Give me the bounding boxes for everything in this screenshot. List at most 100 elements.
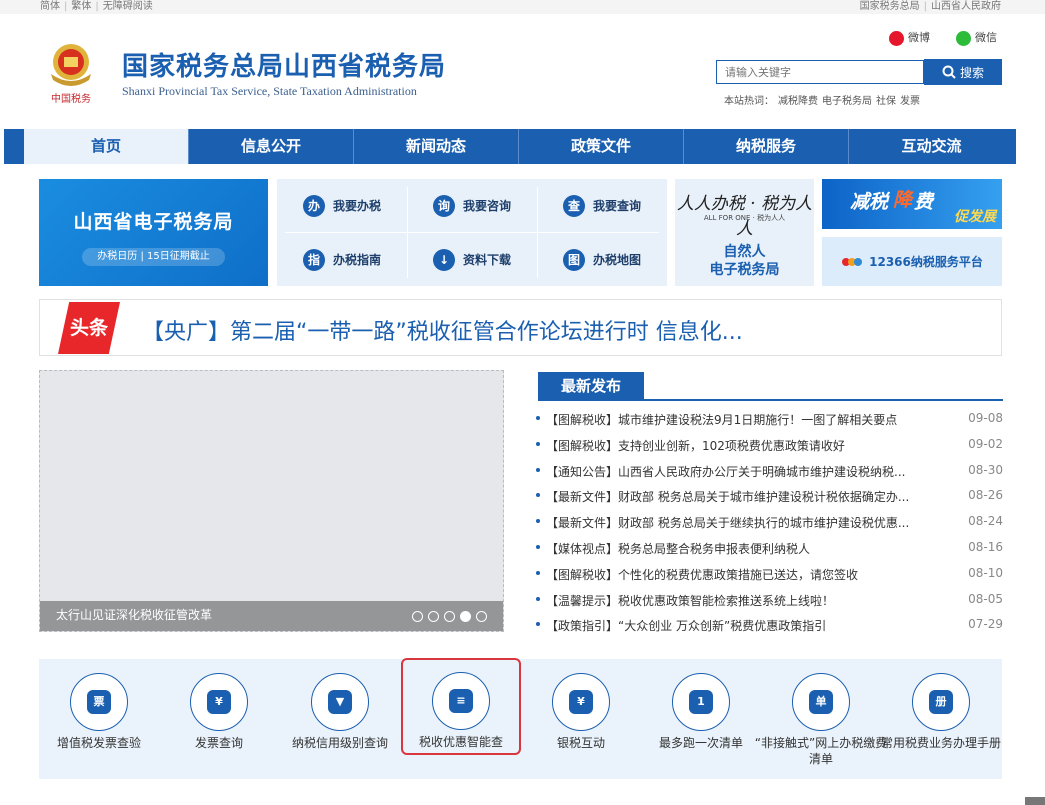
- news-date: 09-02: [968, 436, 1003, 451]
- service-label: 我要咨询: [462, 199, 511, 213]
- news-item[interactable]: 【图解税收】支持创业创新，102项税费优惠政策请收好 09-02: [536, 436, 1003, 462]
- weibo-label: 微博: [908, 31, 930, 44]
- news-date: 09-08: [968, 411, 1003, 425]
- scrollbar-corner[interactable]: [1025, 797, 1045, 805]
- service-query[interactable]: 查我要查询: [537, 179, 667, 232]
- news-item[interactable]: 【政策指引】“大众创业 万众创新”税费优惠政策指引 07-29: [536, 616, 1003, 642]
- service-consult[interactable]: 询我要咨询: [407, 179, 537, 232]
- nav-news[interactable]: 新闻动态: [354, 129, 519, 164]
- natural-line1: 自然人: [723, 244, 766, 260]
- hot-word[interactable]: 减税降费: [778, 96, 818, 107]
- link-shanxi-gov[interactable]: 山西省人民政府: [931, 1, 1001, 12]
- natural-person-etax-tile[interactable]: 人人办税 · 税为人人 ALL FOR ONE · 税为人人 自然人 电子税务局: [675, 179, 814, 286]
- bullet-icon: [536, 519, 540, 524]
- news-title[interactable]: 【通知公告】山西省人民政府办公厅关于明确城市维护建设税纳税...: [546, 463, 951, 480]
- headline-bar[interactable]: 头条 【央广】第二届“一带一路”税收征管合作论坛进行时 信息化...: [39, 299, 1002, 356]
- photo-caption[interactable]: 太行山见证深化税收征管改革: [56, 606, 212, 623]
- search-button[interactable]: 搜索: [924, 59, 1002, 85]
- hot-words: 本站热词： 减税降费 电子税务局 社保 发票: [724, 92, 924, 107]
- lang-traditional[interactable]: 繁体: [71, 1, 91, 12]
- news-item[interactable]: 【最新文件】财政部 税务总局关于城市维护建设税计税依据确定办... 08-26: [536, 487, 1003, 513]
- reduce-text-c: 费: [914, 191, 934, 213]
- quick-service-item[interactable]: 单 “非接触式”网上办税缴费清单: [755, 659, 887, 779]
- service-label: 我要查询: [592, 199, 641, 213]
- news-title[interactable]: 【最新文件】财政部 税务总局关于城市维护建设税计税依据确定办...: [546, 488, 951, 505]
- quick-service-item[interactable]: ¥ 银税互动: [521, 659, 641, 779]
- carousel-dot[interactable]: [412, 611, 423, 622]
- news-photo-carousel[interactable]: 太行山见证深化税收征管改革: [39, 370, 504, 632]
- hot-word[interactable]: 社保: [876, 96, 896, 107]
- service-circle: 单: [792, 673, 850, 731]
- nav-interaction[interactable]: 互动交流: [849, 129, 1014, 164]
- compass-icon: 指: [302, 248, 325, 271]
- news-title[interactable]: 【图解税收】个性化的税费优惠政策措施已送达，请您签收: [546, 566, 951, 583]
- quick-service-item[interactable]: ¥ 发票查询: [159, 659, 279, 779]
- hot-word[interactable]: 电子税务局: [822, 96, 872, 107]
- service-map[interactable]: 图办税地图: [537, 233, 667, 286]
- link-sat[interactable]: 国家税务总局: [860, 1, 920, 12]
- nav-home[interactable]: 首页: [24, 129, 189, 164]
- tax-emblem-logo[interactable]: 中国税务: [42, 38, 100, 106]
- search-button-label: 搜索: [959, 65, 984, 80]
- latest-news-header: 最新发布: [538, 371, 1003, 401]
- bullet-icon: [536, 467, 540, 472]
- news-item[interactable]: 【通知公告】山西省人民政府办公厅关于明确城市维护建设税纳税... 08-30: [536, 462, 1003, 488]
- wechat-label: 微信: [975, 31, 997, 44]
- quick-service-item[interactable]: ≡ 税收优惠智能查: [401, 658, 521, 755]
- news-item[interactable]: 【图解税收】城市维护建设税法9月1日期施行！一图了解相关要点 09-08: [536, 410, 1003, 436]
- nav-policy[interactable]: 政策文件: [519, 129, 684, 164]
- tax-reduction-banner[interactable]: 减税 降 费 促发展: [822, 179, 1002, 229]
- bullet-icon: [536, 570, 540, 575]
- contactless-list-icon: 单: [809, 690, 833, 714]
- search-input[interactable]: [716, 60, 924, 84]
- news-title[interactable]: 【媒体视点】税务总局整合税务申报表便利纳税人: [546, 540, 951, 557]
- news-title[interactable]: 【温馨提示】税收优惠政策智能检索推送系统上线啦！: [546, 592, 951, 609]
- weibo-link[interactable]: 微博: [889, 30, 930, 46]
- carousel-dot[interactable]: [444, 611, 455, 622]
- nav-info-disclosure[interactable]: 信息公开: [189, 129, 354, 164]
- hotline-12366-banner[interactable]: 12366纳税服务平台: [822, 237, 1002, 286]
- lang-simplified[interactable]: 简体: [40, 1, 60, 12]
- service-guide[interactable]: 指办税指南: [277, 233, 407, 286]
- reduce-text-d: 促发展: [954, 209, 996, 225]
- wechat-link[interactable]: 微信: [956, 30, 997, 46]
- service-circle: 册: [912, 673, 970, 731]
- news-date: 08-26: [968, 488, 1003, 503]
- news-item[interactable]: 【温馨提示】税收优惠政策智能检索推送系统上线啦！ 08-05: [536, 591, 1003, 617]
- service-circle: ¥: [552, 673, 610, 731]
- carousel-dot[interactable]: [460, 611, 471, 622]
- service-circle: ¥: [190, 673, 248, 731]
- news-title[interactable]: 【政策指引】“大众创业 万众创新”税费优惠政策指引: [546, 617, 951, 634]
- service-label: 办税指南: [332, 253, 381, 267]
- quick-service-item[interactable]: 1 最多跑一次清单: [641, 659, 761, 779]
- accessibility-link[interactable]: 无障碍阅读: [103, 1, 153, 12]
- carousel-dot[interactable]: [476, 611, 487, 622]
- quick-service-strip: 票增值税发票查验 ¥ 发票查询 ▼ 纳税信用级别查询 ≡ 税收优惠智能查 ¥ 银税互动 1 最多跑一…: [39, 658, 1002, 779]
- nav-tax-service[interactable]: 纳税服务: [684, 129, 849, 164]
- quick-service-item[interactable]: 票增值税发票查验: [39, 659, 159, 779]
- etax-bureau-tile[interactable]: 山西省电子税务局 办税日历 | 15日征期截止: [39, 179, 268, 286]
- news-title[interactable]: 【最新文件】财政部 税务总局关于继续执行的城市维护建设税优惠...: [546, 514, 951, 531]
- news-title[interactable]: 【图解税收】支持创业创新，102项税费优惠政策请收好: [546, 437, 951, 454]
- service-download[interactable]: ↓ 资料下载: [407, 233, 537, 286]
- news-title[interactable]: 【图解税收】城市维护建设税法9月1日期施行！一图了解相关要点: [546, 411, 951, 428]
- tax-incentive-icon: ≡: [449, 689, 473, 713]
- wechat-icon: [956, 30, 971, 46]
- tab-latest-news[interactable]: 最新发布: [538, 372, 644, 401]
- service-circle: 1: [672, 673, 730, 731]
- news-item[interactable]: 【图解税收】个性化的税费优惠政策措施已送达，请您签收 08-10: [536, 565, 1003, 591]
- quick-service-item[interactable]: 册常用税费业务办理手册: [881, 659, 1001, 779]
- reduce-text-b: 降: [893, 189, 913, 211]
- quick-service-item[interactable]: ▼ 纳税信用级别查询: [280, 659, 400, 779]
- headline-text[interactable]: 【央广】第二届“一带一路”税收征管合作论坛进行时 信息化...: [142, 314, 743, 346]
- query-icon: 查: [562, 194, 585, 217]
- service-do-tax[interactable]: 办我要办税: [277, 179, 407, 232]
- news-item[interactable]: 【媒体视点】税务总局整合税务申报表便利纳税人 08-16: [536, 539, 1003, 565]
- carousel-dot[interactable]: [428, 611, 439, 622]
- hot-word[interactable]: 发票: [900, 96, 920, 107]
- news-item[interactable]: 【最新文件】财政部 税务总局关于继续执行的城市维护建设税优惠... 08-24: [536, 513, 1003, 539]
- etax-calendar[interactable]: 办税日历 | 15日征期截止: [82, 248, 225, 266]
- service-label: 资料下载: [462, 253, 511, 267]
- quick-service-label: 增值税发票查验: [56, 736, 141, 750]
- language-switch: 简体 | 繁体 | 无障碍阅读: [40, 1, 153, 12]
